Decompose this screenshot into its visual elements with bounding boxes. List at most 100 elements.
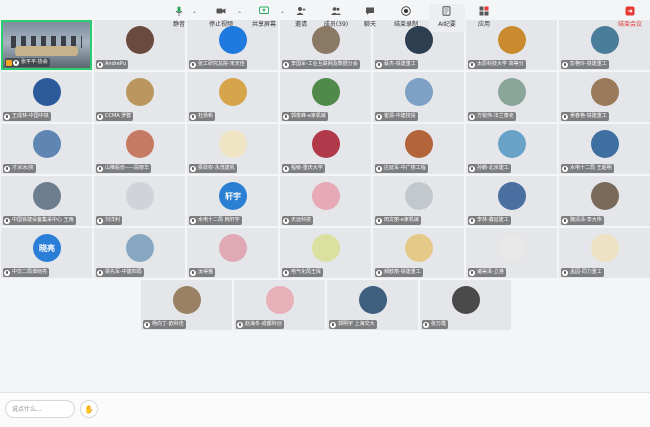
participant-tile[interactable]: 轩宇水电十二局 韩轩宇 <box>187 176 278 226</box>
participant-name: 李国军-工业互联网及数据分会 <box>291 61 358 67</box>
participant-name: 魏清清-李大伟 <box>570 217 602 223</box>
participant-name: 庄延军-中广核工程 <box>384 165 426 171</box>
participant-tile[interactable]: 赵海冬-成都科创 <box>234 280 325 330</box>
participant-tile[interactable]: 电气化局王挥 <box>280 228 371 278</box>
avatar: 轩宇 <box>219 182 247 210</box>
participant-name: CCMA 罗群 <box>105 113 132 119</box>
avatar <box>33 130 61 158</box>
avatar <box>452 286 480 314</box>
participant-tile[interactable]: 晓亮 中交二局谭晓亮 <box>1 228 92 278</box>
participant-tile[interactable]: 郭明宇 上海交大 <box>327 280 418 330</box>
participant-name: 张平平-协会 <box>21 59 48 65</box>
muted-mic-icon <box>562 61 568 68</box>
participant-tile[interactable]: 郝欧丽-铁建重工 <box>373 228 464 278</box>
record-icon <box>401 6 411 16</box>
microphone-icon <box>174 6 184 16</box>
ai-summary-button[interactable]: AI纪要 <box>429 4 465 32</box>
share-screen-button[interactable]: 共享屏幕 <box>246 4 282 32</box>
avatar <box>312 130 340 158</box>
participant-tile[interactable]: 崔源-中建技投 <box>373 72 464 122</box>
members-label: 成员(39) <box>323 21 349 28</box>
participant-tile[interactable]: 张平平-协会 <box>1 20 92 70</box>
participant-tile[interactable]: 郭俊峰-e家机械 <box>280 72 371 122</box>
chat-input[interactable]: 说点什么... <box>5 400 75 418</box>
participant-tile[interactable]: 天远科技 <box>280 176 371 226</box>
avatar <box>126 182 154 210</box>
participant-name: 李林-鑫延建工 <box>477 217 509 223</box>
participant-tile[interactable]: 汝得猫 <box>187 228 278 278</box>
muted-mic-icon <box>376 269 382 276</box>
participant-tile[interactable]: 孙鹏-北京建工 <box>466 124 557 174</box>
participant-name: AndrePu <box>105 61 126 67</box>
participant-name-label: 水电十二局 韩轩宇 <box>189 216 242 225</box>
members-button[interactable]: 成员(39) <box>318 4 354 32</box>
participant-tile[interactable]: 山推股份-----段晓华 <box>94 124 185 174</box>
avatar <box>266 286 294 314</box>
participant-tile[interactable]: 才冰冰/资 <box>1 124 92 174</box>
participant-name-label: 庄延军-中广核工程 <box>375 164 428 173</box>
participant-name-label: 汝得猫 <box>189 268 216 277</box>
avatar <box>219 234 247 262</box>
participant-name: 杜扬帆 <box>198 113 214 119</box>
apps-button[interactable]: 应用 <box>466 4 502 32</box>
muted-mic-icon <box>376 113 382 120</box>
participant-tile[interactable]: 孟园-同力重工 <box>559 228 650 278</box>
invite-button[interactable]: 邀请 <box>283 4 319 32</box>
participant-tile[interactable]: 水电十二局 王超明 <box>559 124 650 174</box>
participant-name: 程敏-重庆大学 <box>291 165 323 171</box>
participant-name-label: 山推股份-----段晓华 <box>96 164 152 173</box>
stop-recording-button[interactable]: 结束录制 <box>388 4 424 32</box>
stop-video-button[interactable]: 停止视频 <box>203 4 239 32</box>
participant-tile[interactable]: 杨向丁-欧科佳 <box>141 280 232 330</box>
participant-name-label: 水电十二局 王超明 <box>561 164 614 173</box>
avatar <box>498 182 526 210</box>
muted-mic-icon <box>144 321 150 328</box>
participant-name: 彭艳玲-铁建重工 <box>570 61 607 67</box>
avatar <box>591 78 619 106</box>
avatar <box>33 182 61 210</box>
avatar <box>312 182 340 210</box>
chevron-up-icon[interactable]: ⌃ <box>192 11 197 18</box>
muted-mic-icon <box>562 165 568 172</box>
participant-name: 水电十二局 王超明 <box>570 165 612 171</box>
participant-tile[interactable]: 李林-鑫延建工 <box>466 176 557 226</box>
end-meeting-button[interactable]: 结束会议 <box>612 4 648 32</box>
reaction-button[interactable]: ✋ <box>80 400 98 418</box>
ai-notes-icon <box>442 6 452 16</box>
participant-tile[interactable]: 吴春艳-铁建重工 <box>559 72 650 122</box>
participant-name-label: 天远科技 <box>282 216 314 225</box>
muted-mic-icon <box>283 217 289 224</box>
participant-tile[interactable]: 程敏-重庆大学 <box>280 124 371 174</box>
mute-button[interactable]: 静音 <box>161 4 197 32</box>
chevron-up-icon[interactable]: ⌃ <box>237 11 242 18</box>
chat-label: 聊天 <box>363 21 376 28</box>
participant-tile[interactable]: 方锐伟-法兰泰克 <box>466 72 557 122</box>
participant-name: 太原科技大学 高等分 <box>477 61 524 67</box>
participant-tile[interactable]: 张万霞 <box>420 280 511 330</box>
avatar <box>591 182 619 210</box>
participant-tile[interactable]: CCMA 罗群 <box>94 72 185 122</box>
participant-tile[interactable]: 魏清清-李大伟 <box>559 176 650 226</box>
participant-name: 杨向丁-欧科佳 <box>152 321 184 327</box>
participant-name-label: 崔源-中建技投 <box>375 112 418 121</box>
participant-tile[interactable]: 梁先军-中建四局 <box>94 228 185 278</box>
participant-tile[interactable]: 刘洋利 <box>94 176 185 226</box>
avatar <box>405 130 433 158</box>
participant-name: 张万霞 <box>431 321 447 327</box>
participant-tile[interactable]: 田文丽-e家机械 <box>373 176 464 226</box>
participant-tile[interactable]: 侯政权-永茂建机 <box>187 124 278 174</box>
avatar <box>312 78 340 106</box>
muted-mic-icon <box>283 61 289 68</box>
participant-tile[interactable]: 中国铁建设备集采中心 王雨 <box>1 176 92 226</box>
avatar <box>33 78 61 106</box>
participant-name-label: 田文丽-e家机械 <box>375 216 421 225</box>
participant-tile[interactable]: 诸昊泽-立港 <box>466 228 557 278</box>
participant-tile[interactable]: 王成林-中国中铁 <box>1 72 92 122</box>
avatar <box>219 78 247 106</box>
participant-name: 中国铁建设备集采中心 王雨 <box>12 217 74 223</box>
participant-tile[interactable]: 杜扬帆 <box>187 72 278 122</box>
muted-mic-icon <box>190 61 196 68</box>
participant-name: 梁先军-中建四局 <box>105 269 142 275</box>
participant-tile[interactable]: 庄延军-中广核工程 <box>373 124 464 174</box>
chat-button[interactable]: 聊天 <box>352 4 388 32</box>
